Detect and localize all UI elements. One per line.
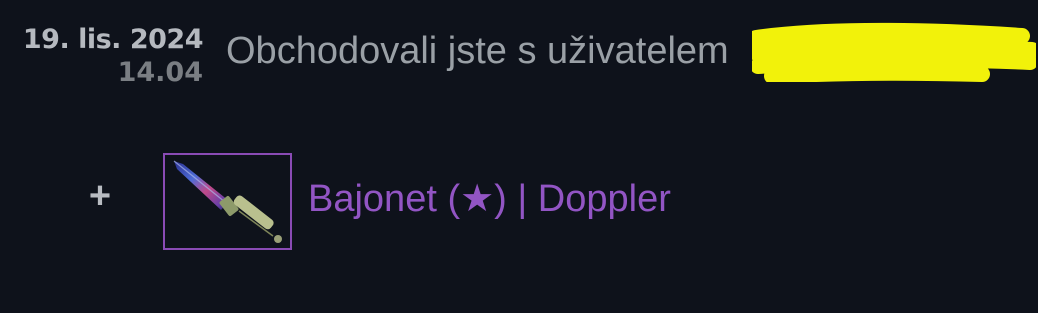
item-thumbnail[interactable]: [163, 153, 292, 250]
trade-timestamp: 19. lis. 2024 14.04: [0, 22, 204, 88]
redacted-username: [752, 22, 1036, 82]
trade-history-entry: 19. lis. 2024 14.04 Obchodovali jste s u…: [0, 0, 1038, 313]
trade-date: 19. lis. 2024: [22, 24, 204, 55]
trade-headline: Obchodovali jste s uživatelem: [226, 30, 729, 72]
item-received-plus-icon: +: [88, 175, 112, 217]
trade-time: 14.04: [117, 57, 203, 88]
item-name-link[interactable]: Bajonet (★) | Doppler: [308, 176, 671, 222]
bayonet-doppler-knife-icon: [173, 160, 282, 243]
